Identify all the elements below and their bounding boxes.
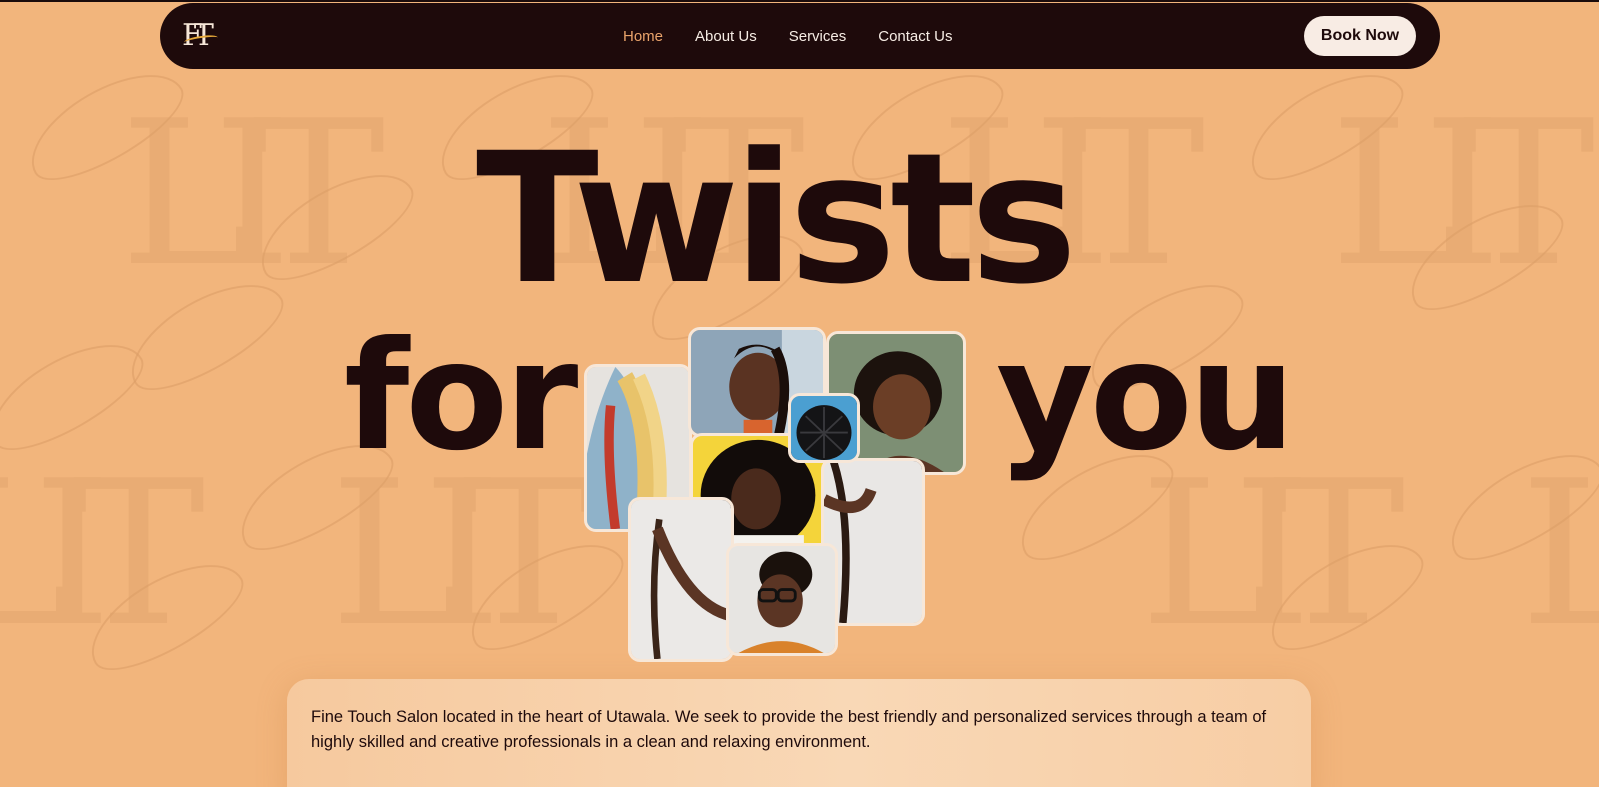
top-border xyxy=(0,0,1599,2)
hero-title-for: for xyxy=(344,310,578,484)
nav-services-link[interactable]: Services xyxy=(789,28,847,45)
intro-card: Fine Touch Salon located in the heart of… xyxy=(287,679,1311,787)
photo-glasses-woman xyxy=(726,543,838,656)
salon-logo[interactable]: FT xyxy=(182,17,222,55)
nav-contact-link[interactable]: Contact Us xyxy=(878,28,952,45)
book-now-button[interactable]: Book Now xyxy=(1304,16,1416,56)
hero-title-you: you xyxy=(996,310,1296,484)
photo-cornrows-top xyxy=(788,393,860,463)
nav-links: Home About Us Services Contact Us xyxy=(623,3,952,69)
hero-title-twists: Twists xyxy=(476,115,1077,324)
nav-home-link[interactable]: Home xyxy=(623,28,663,45)
top-navbar: FT Home About Us Services Contact Us Boo… xyxy=(160,3,1440,69)
nav-about-link[interactable]: About Us xyxy=(695,28,757,45)
photo-arm-braids xyxy=(628,497,734,662)
intro-text: Fine Touch Salon located in the heart of… xyxy=(311,708,1267,751)
